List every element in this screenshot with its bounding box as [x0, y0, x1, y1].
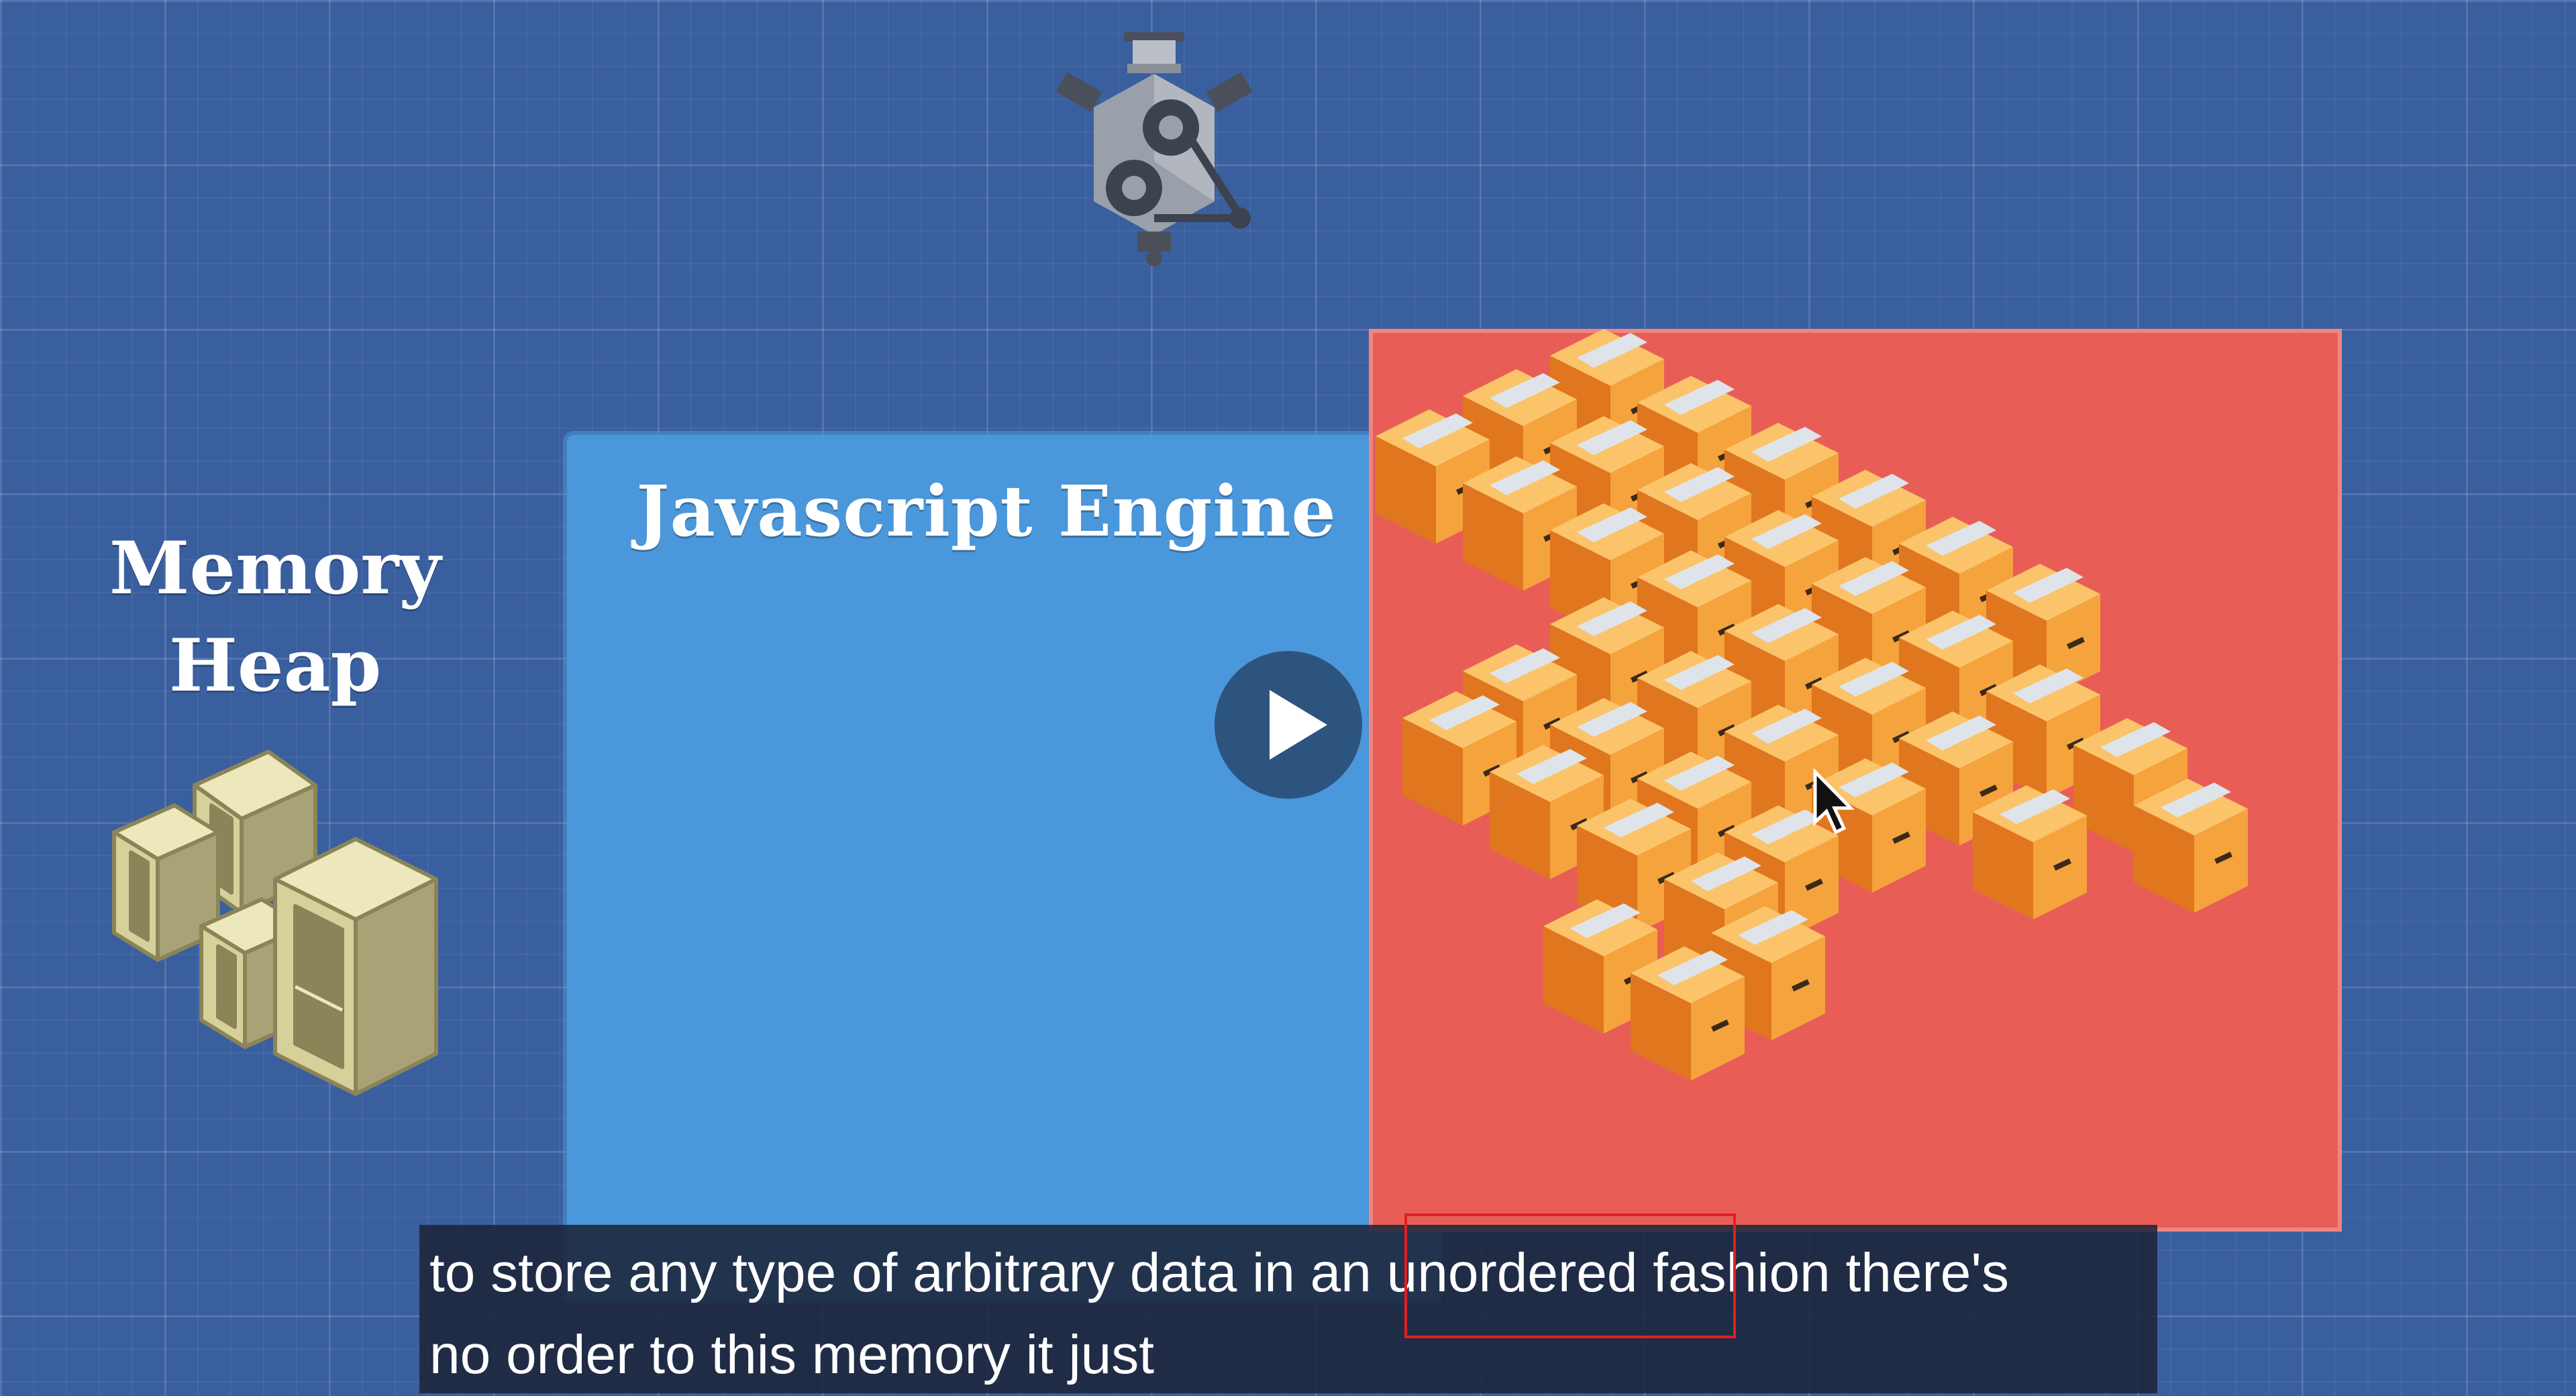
subtitle-line-1: to store any type of arbitrary data in a… — [429, 1242, 2010, 1303]
memory-heap-title-line2: Heap — [168, 624, 382, 708]
shelves-icon — [112, 750, 438, 1096]
mouse-pointer-icon — [1813, 768, 1855, 835]
memory-heap-title-line1: Memory — [109, 526, 442, 611]
play-icon — [1270, 690, 1327, 760]
engine-icon — [1055, 32, 1253, 266]
javascript-engine-panel — [567, 435, 1439, 1301]
subtitle-line-2: no order to this memory it just — [429, 1324, 1155, 1385]
subtitle-text: to store any type of arbitrary data in a… — [429, 1232, 2147, 1396]
play-button[interactable] — [1215, 651, 1362, 799]
highlight-box — [1404, 1213, 1736, 1338]
javascript-engine-title: Javascript Engine — [636, 470, 1337, 552]
memory-heap-title: Memory Heap — [54, 520, 497, 715]
